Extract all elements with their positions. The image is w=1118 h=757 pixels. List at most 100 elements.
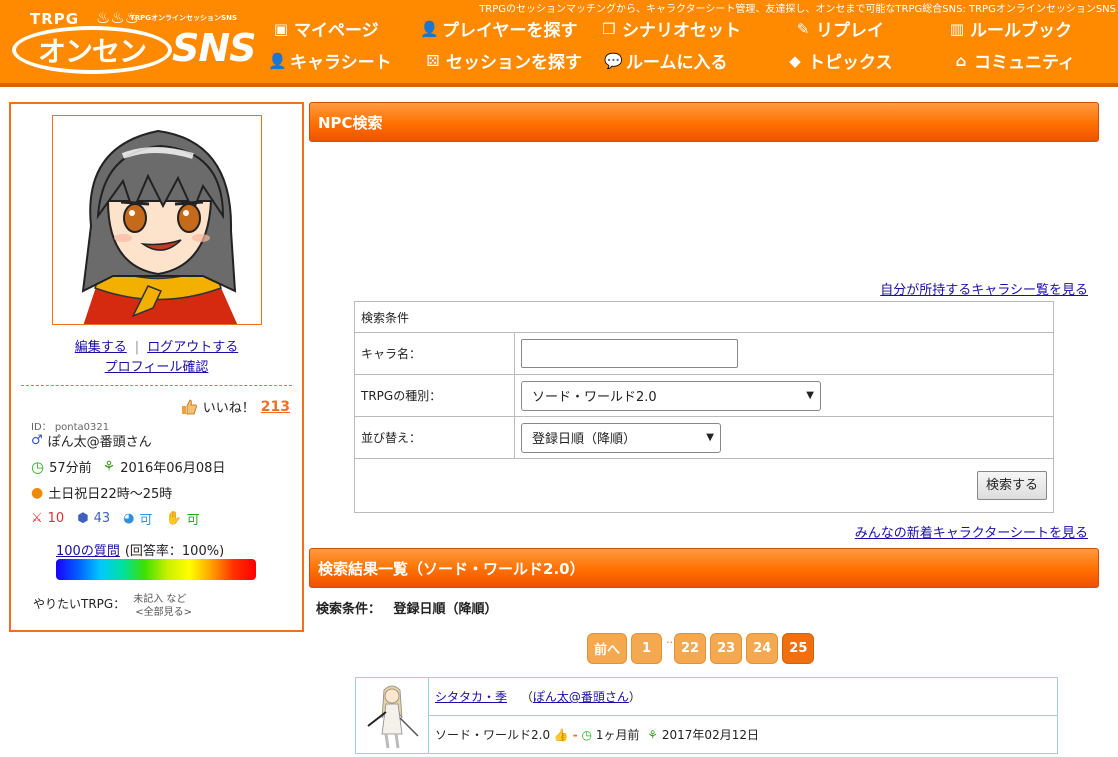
sort-select[interactable]: 登録日順（降順） ▼ [521, 422, 721, 453]
sword-count: 10 [47, 511, 65, 526]
nav-community[interactable]: ⌂ コミュニティ [952, 48, 1075, 74]
clock-icon: ◷ [31, 457, 45, 476]
sprout-icon: ⚘ [102, 458, 116, 475]
own-sheets-link[interactable]: 自分が所持するキャラシー覧を見る [880, 279, 1088, 298]
page-button-23[interactable]: 23 [710, 633, 743, 664]
nav-label: マイページ [294, 21, 379, 41]
nav-rulebook[interactable]: ▥ ルールブック [948, 16, 1072, 42]
dice-icon: ⚄ [426, 51, 440, 70]
sort-label: 並び替え： [354, 416, 515, 459]
table-row: ソード・ワールド2.0 👍 - ◷ 1ヶ月前 ⚘ 2017年02月12日 [356, 715, 1058, 754]
edit-profile-link[interactable]: 編集する [75, 340, 127, 355]
logo-subtitle: TRPGオンラインセッションSNS [130, 14, 237, 22]
thumbs-up-icon [181, 399, 197, 414]
site-header: TRPGのセッションマッチングから、キャラクターシート管理、友達探し、オンセまで… [0, 0, 1118, 87]
page-button-25-current[interactable]: 25 [782, 633, 815, 664]
answer-rate: (回答率：100%) [124, 544, 225, 559]
nav-topics[interactable]: ◆ トピックス [786, 48, 892, 74]
site-logo[interactable]: TRPG ♨♨♨ TRPGオンラインセッションSNS オンセン SNS [12, 8, 257, 76]
character-name-link[interactable]: シタタカ・季 [435, 690, 507, 704]
nav-enter-room[interactable]: 💬 ルームに入る [604, 48, 728, 74]
site-tagline: TRPGのセッションマッチングから、キャラクターシート管理、友達探し、オンセまで… [479, 4, 1116, 15]
result-system: ソード・ワールド2.0 [435, 728, 551, 742]
nav-scenario-set[interactable]: ❒ シナリオセット [600, 16, 741, 42]
answer-rate-gauge [56, 559, 256, 580]
nav-charsheet[interactable]: 👤 キャラシート [268, 48, 392, 74]
select-value: 登録日順（降順） [532, 432, 637, 447]
rulebook-icon: ▥ [949, 19, 965, 38]
page-button-22[interactable]: 22 [674, 633, 707, 664]
nav-mypage[interactable]: ▣ マイページ [272, 16, 379, 42]
hand-status: 可 [186, 513, 200, 528]
voice-icon: ◕ [123, 511, 135, 526]
logo-sns-text: SNS [172, 26, 257, 70]
search-condition: 検索条件： 登録日順（降順） [316, 598, 498, 617]
page-title: NPC検索 [318, 113, 383, 132]
registered-date: 2016年06月08日 [120, 461, 226, 476]
nav-label: ルームに入る [626, 53, 728, 73]
avatar-illustration [53, 116, 261, 324]
play-time-row: ● 土日祝日22時～25時 [31, 483, 173, 503]
voice-status: 可 [139, 513, 153, 528]
play-time: 土日祝日22時～25時 [48, 487, 173, 502]
result-name-cell: シタタカ・季 （ぽん太@番頭さん） [428, 677, 1058, 716]
nav-find-sessions[interactable]: ⚄ セッションを探す [424, 48, 582, 74]
want-all-link[interactable]: <全部見る> [133, 606, 192, 619]
nav-find-players[interactable]: 👤 プレイヤーを探す [420, 16, 578, 42]
result-thumbnail-cell [355, 677, 429, 754]
character-thumbnail[interactable] [356, 678, 428, 750]
like-dash: - [572, 728, 578, 742]
chat-icon: 💬 [604, 51, 623, 70]
result-meta-cell: ソード・ワールド2.0 👍 - ◷ 1ヶ月前 ⚘ 2017年02月12日 [428, 715, 1058, 754]
user-name: ぽん太@番頭さん [47, 435, 152, 450]
dice-count: 43 [93, 511, 111, 526]
nav-replay[interactable]: ✎ リプレイ [794, 16, 884, 42]
like-count[interactable]: 213 [261, 399, 290, 415]
nav-label: ルールブック [970, 21, 1072, 41]
sword-icon: ⚔ [31, 511, 43, 526]
search-button[interactable]: 検索する [976, 471, 1047, 500]
avatar[interactable] [52, 115, 262, 325]
player-search-icon: 👤 [420, 19, 439, 38]
stats-row: ⚔ 10 ⬢ 43 ◕ 可 ✋ 可 [31, 509, 200, 528]
name-label: キャラ名： [354, 332, 515, 375]
owner-open-paren: （ [520, 690, 533, 704]
replay-icon: ✎ [796, 19, 810, 38]
nav-label: リプレイ [816, 21, 884, 41]
character-name-input[interactable] [521, 339, 738, 368]
pager-ellipsis: .. [666, 633, 674, 646]
want-to-play: やりたいTRPG： 未記入 など <全部見る> [33, 593, 192, 619]
last-login: 57分前 [49, 461, 92, 476]
sprout-icon: ⚘ [647, 728, 659, 742]
trpg-system-select[interactable]: ソード・ワールド2.0 ▼ [521, 380, 821, 411]
link-separator: | [134, 340, 140, 355]
divider [21, 385, 292, 386]
community-icon: ⌂ [955, 51, 967, 70]
hand-icon: ✋ [165, 511, 182, 526]
profile-confirm-row: プロフィール確認 [11, 356, 302, 375]
new-sheets-link[interactable]: みんなの新着キャラクターシートを見る [855, 522, 1088, 541]
results-table: シタタカ・季 （ぽん太@番頭さん） ソード・ワールド2.0 👍 - ◷ 1ヶ月前… [355, 677, 1058, 754]
select-value: ソード・ワールド2.0 [532, 390, 657, 405]
page-button-1[interactable]: 1 [631, 633, 663, 664]
nav-label: キャラシート [290, 53, 392, 73]
result-updated: 1ヶ月前 [595, 728, 640, 742]
results-title-bar: 検索結果一覧（ソード・ワールド2.0） [309, 548, 1099, 588]
owner-link[interactable]: ぽん太@番頭さん [533, 690, 629, 704]
male-icon: ♂ [31, 433, 43, 448]
system-label: TRPGの種別： [354, 374, 515, 417]
logout-link[interactable]: ログアウトする [147, 340, 238, 355]
tag-icon: ◆ [789, 51, 801, 70]
want-label: やりたいTRPG： [33, 597, 126, 611]
search-form: 検索条件 キャラ名： TRPGの種別： ソード・ワールド2.0 ▼ 並び替え： 登… [354, 301, 1054, 513]
page-button-24[interactable]: 24 [746, 633, 779, 664]
prev-page-button[interactable]: 前へ [587, 633, 628, 664]
search-form-header: 検索条件 [354, 301, 1054, 333]
profile-confirm-link[interactable]: プロフィール確認 [105, 360, 209, 375]
questions-link[interactable]: 100の質問 [56, 540, 120, 559]
logo-oval: オンセン [12, 26, 172, 74]
pagination: 前へ 1 .. 22 23 24 25 [587, 633, 815, 664]
profile-sidebar: 編集する | ログアウトする プロフィール確認 いいね！ 213 ID： ponta… [9, 102, 304, 632]
want-value: 未記入 など [133, 594, 187, 605]
result-created: 2017年02月12日 [661, 728, 759, 742]
